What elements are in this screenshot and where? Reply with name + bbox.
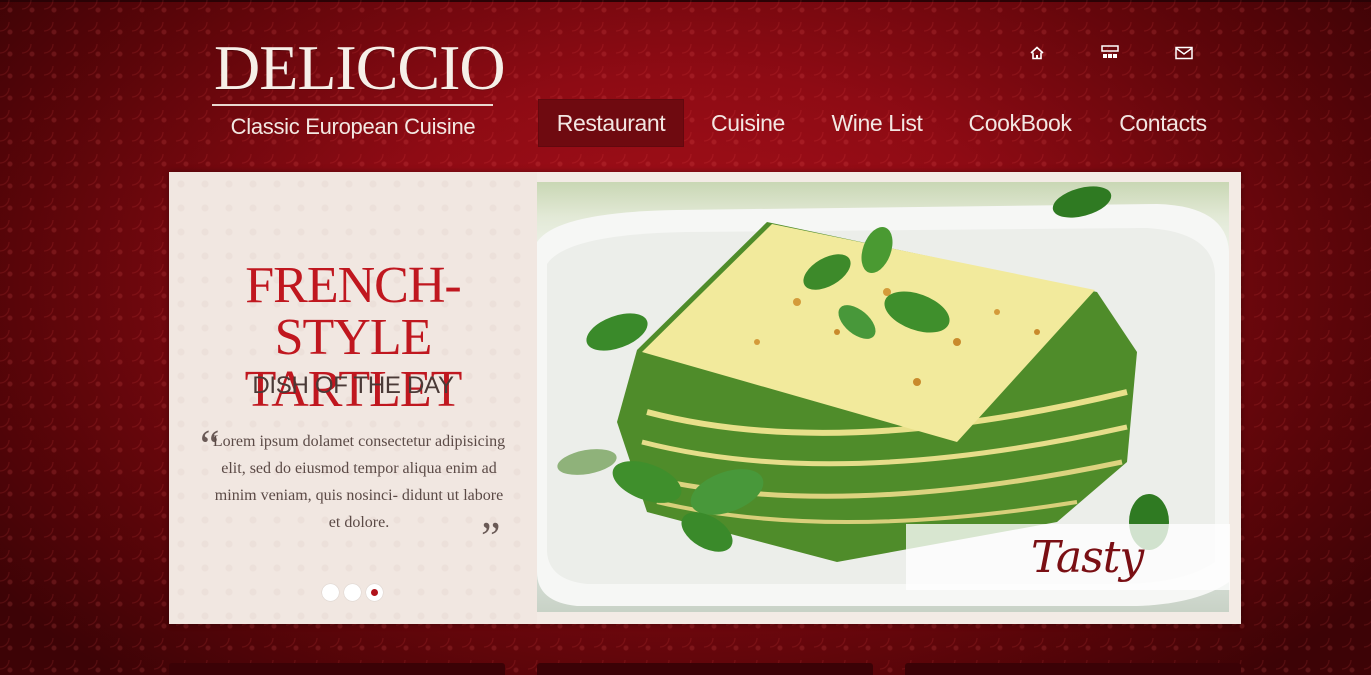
- sitemap-icon[interactable]: [1099, 42, 1121, 64]
- bottom-panel-2: [537, 663, 873, 675]
- slide-dot-1[interactable]: [322, 584, 339, 601]
- slide-text-panel: FRENCH-STYLE TARTLET DISH OF THE DAY “ L…: [169, 172, 537, 624]
- logo[interactable]: DELICCIO Classic European Cuisine: [212, 32, 506, 140]
- brand-name: DELICCIO: [214, 32, 506, 103]
- slide-pagination: [322, 584, 383, 602]
- bottom-panel-1: [169, 663, 505, 675]
- slide-dot-3[interactable]: [366, 584, 383, 601]
- slide-dot-2[interactable]: [344, 584, 361, 601]
- nav-item-cuisine[interactable]: Cuisine: [698, 99, 798, 147]
- nav-item-restaurant[interactable]: Restaurant: [538, 99, 684, 147]
- headline-line-1: FRENCH-STYLE: [245, 257, 461, 366]
- bottom-panels: [169, 663, 1241, 675]
- home-icon[interactable]: [1026, 42, 1048, 64]
- bottom-panel-3: [905, 663, 1241, 675]
- mail-icon[interactable]: [1173, 42, 1195, 64]
- tasty-label: Tasty: [1031, 532, 1144, 583]
- logo-divider: [212, 104, 493, 106]
- top-icon-bar: [1026, 42, 1196, 64]
- dish-of-the-day-label: DISH OF THE DAY: [252, 372, 454, 399]
- nav-item-wine-list[interactable]: Wine List: [820, 99, 934, 147]
- tasty-caption: Tasty: [906, 524, 1230, 590]
- nav-item-cookbook[interactable]: CookBook: [958, 99, 1082, 147]
- brand-tagline: Classic European Cuisine: [230, 114, 476, 139]
- close-quote-icon: ”: [481, 513, 501, 562]
- nav-item-contacts[interactable]: Contacts: [1104, 99, 1222, 147]
- featured-slider: FRENCH-STYLE TARTLET DISH OF THE DAY “ L…: [169, 172, 1241, 624]
- top-border: [0, 0, 1371, 2]
- slide-quote: Lorem ipsum dolamet consectetur adipisic…: [212, 433, 506, 531]
